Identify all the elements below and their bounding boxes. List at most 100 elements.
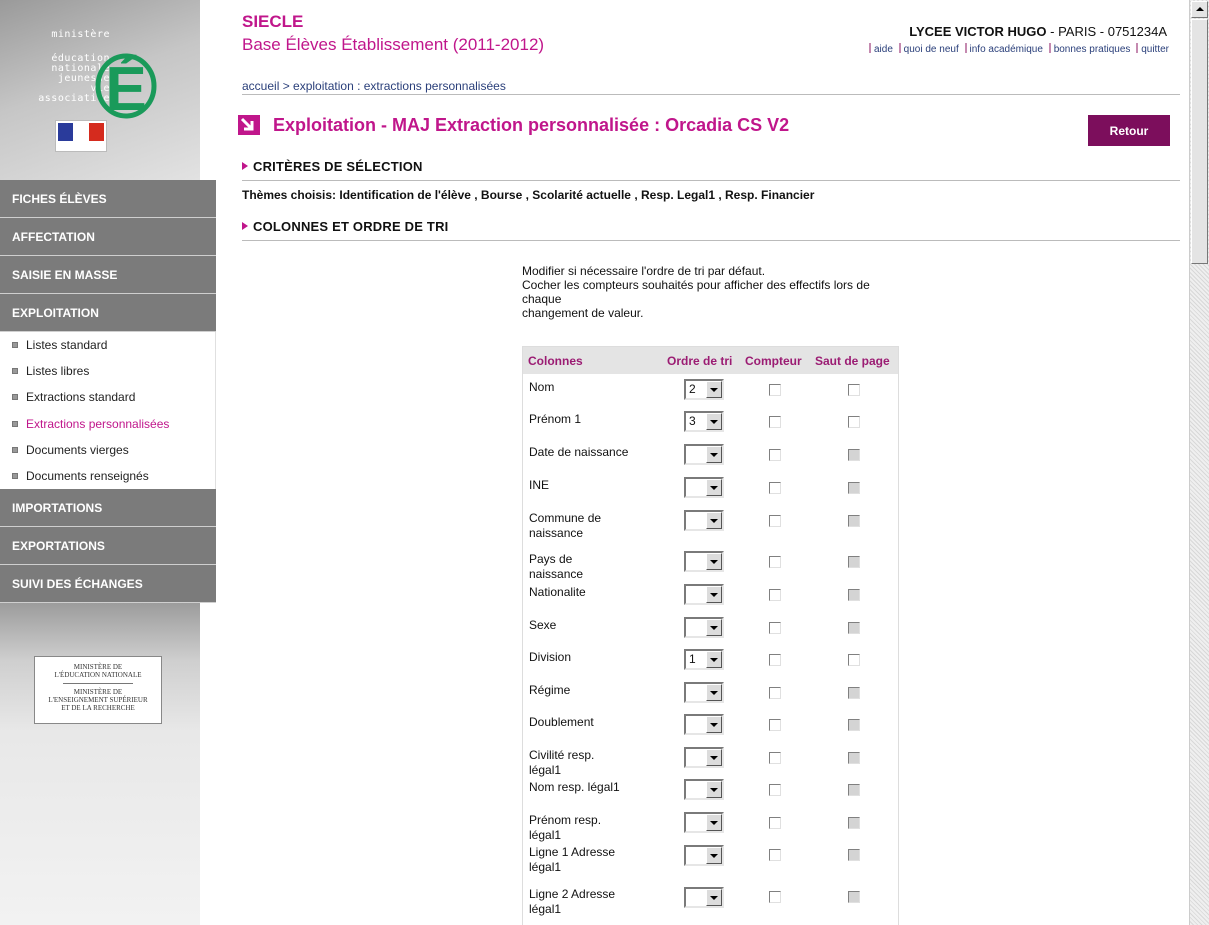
counter-checkbox[interactable] [769, 515, 781, 527]
submenu-label: Listes libres [26, 364, 90, 379]
menu-exploitation[interactable]: EXPLOITATION [0, 294, 216, 332]
pagebreak-checkbox [848, 449, 860, 461]
sort-order-select[interactable] [684, 714, 724, 735]
menu-affectation[interactable]: AFFECTATION [0, 218, 216, 256]
link-quoi-de-neuf[interactable]: quoi de neuf [904, 44, 959, 55]
ministry-line: L'ENSEIGNEMENT SUPÉRIEUR [48, 696, 148, 704]
sort-order-select[interactable] [684, 444, 724, 465]
pagebreak-checkbox[interactable] [848, 654, 860, 666]
dropdown-arrow-icon [706, 512, 722, 529]
sort-order-select[interactable] [684, 887, 724, 908]
submenu-listes-libres[interactable]: Listes libres [0, 358, 215, 384]
pagebreak-checkbox [848, 687, 860, 699]
counter-checkbox[interactable] [769, 622, 781, 634]
bullet-icon [12, 342, 18, 348]
sidebar-decoration [0, 603, 200, 925]
pagebreak-checkbox [848, 784, 860, 796]
sort-order-select[interactable] [684, 747, 724, 768]
counter-checkbox[interactable] [769, 891, 781, 903]
counter-checkbox[interactable] [769, 482, 781, 494]
submenu-label: Documents renseignés [26, 468, 149, 483]
link-quitter[interactable]: quitter [1141, 44, 1169, 55]
pagebreak-checkbox [848, 589, 860, 601]
counter-checkbox[interactable] [769, 654, 781, 666]
section-columns-title[interactable]: COLONNES ET ORDRE DE TRI [242, 219, 448, 234]
dropdown-arrow-icon [706, 684, 722, 701]
column-label: Régime [529, 683, 571, 697]
submenu-documents-renseignes[interactable]: Documents renseignés [0, 463, 215, 489]
submenu-documents-vierges[interactable]: Documents vierges [0, 437, 215, 463]
menu-saisie-en-masse[interactable]: SAISIE EN MASSE [0, 256, 216, 294]
sort-order-select[interactable] [684, 812, 724, 833]
exploitation-submenu: Listes standard Listes libres Extraction… [0, 332, 216, 489]
sort-order-select[interactable]: 1 [684, 649, 724, 670]
column-label: Division [529, 650, 572, 664]
sort-order-value: 3 [689, 414, 696, 428]
menu-importations[interactable]: IMPORTATIONS [0, 489, 216, 527]
menu-fiches-eleves[interactable]: FICHES ÉLÈVES [0, 180, 216, 218]
sort-order-select[interactable] [684, 779, 724, 800]
counter-checkbox[interactable] [769, 416, 781, 428]
sidebar-banner: ministère éducation nationale jeunesse v… [0, 0, 200, 180]
scroll-thumb[interactable] [1191, 19, 1208, 264]
counter-checkbox[interactable] [769, 719, 781, 731]
instructions: Modifier si nécessaire l'ordre de tri pa… [522, 264, 902, 320]
school-name: LYCEE VICTOR HUGO [909, 24, 1047, 39]
pagebreak-checkbox[interactable] [848, 416, 860, 428]
column-label: Ligne 1 Adresse légal1 [529, 845, 616, 874]
dropdown-arrow-icon [706, 716, 722, 733]
counter-checkbox[interactable] [769, 687, 781, 699]
header-ordre-de-tri: Ordre de tri [667, 354, 733, 368]
sort-order-select[interactable]: 3 [684, 411, 724, 432]
bullet-icon [12, 420, 18, 427]
dropdown-arrow-icon [706, 553, 722, 570]
republique-francaise-logo [55, 120, 107, 152]
breadcrumb[interactable]: accueil > exploitation : extractions per… [242, 79, 506, 93]
sort-order-select[interactable] [684, 682, 724, 703]
counter-checkbox[interactable] [769, 384, 781, 396]
sort-order-select[interactable] [684, 617, 724, 638]
sort-order-select[interactable] [684, 845, 724, 866]
menu-suivi-des-echanges[interactable]: SUIVI DES ÉCHANGES [0, 565, 216, 603]
counter-checkbox[interactable] [769, 784, 781, 796]
bullet-icon [12, 394, 18, 401]
counter-checkbox[interactable] [769, 449, 781, 461]
sort-order-select[interactable] [684, 510, 724, 531]
counter-checkbox[interactable] [769, 752, 781, 764]
submenu-extractions-personnalisees[interactable]: Extractions personnalisées [0, 411, 215, 437]
sort-order-select[interactable]: 2 [684, 379, 724, 400]
bullet-icon [12, 368, 18, 375]
submenu-extractions-standard[interactable]: Extractions standard [0, 384, 215, 410]
retour-button[interactable]: Retour [1088, 115, 1170, 146]
dropdown-arrow-icon [706, 619, 722, 636]
instruction-line: changement de valeur. [522, 306, 644, 320]
dropdown-arrow-icon [706, 749, 722, 766]
sort-order-select[interactable] [684, 551, 724, 572]
dropdown-arrow-icon [706, 479, 722, 496]
column-label: Prénom 1 [529, 412, 582, 426]
submenu-listes-standard[interactable]: Listes standard [0, 332, 215, 358]
counter-checkbox[interactable] [769, 589, 781, 601]
dropdown-arrow-icon [706, 847, 722, 864]
column-label: Prénom resp. légal1 [529, 813, 602, 842]
pagebreak-checkbox [848, 891, 860, 903]
counter-checkbox[interactable] [769, 556, 781, 568]
submenu-label: Extractions standard [26, 390, 136, 405]
vertical-scrollbar[interactable] [1189, 0, 1209, 925]
section-criteria-title[interactable]: CRITÈRES DE SÉLECTION [242, 159, 423, 174]
scroll-up-button[interactable] [1191, 1, 1208, 18]
school-info: LYCEE VICTOR HUGO - PARIS - 0751234A [909, 24, 1167, 39]
counter-checkbox[interactable] [769, 817, 781, 829]
pagebreak-checkbox [848, 719, 860, 731]
link-aide[interactable]: aide [874, 44, 893, 55]
pagebreak-checkbox[interactable] [848, 384, 860, 396]
link-bonnes-pratiques[interactable]: bonnes pratiques [1054, 44, 1131, 55]
counter-checkbox[interactable] [769, 849, 781, 861]
link-info-academique[interactable]: info académique [970, 44, 1043, 55]
top-links: aide quoi de neuf info académique bonnes… [866, 43, 1169, 55]
menu-exportations[interactable]: EXPORTATIONS [0, 527, 216, 565]
column-label: Date de naissance [529, 445, 629, 459]
sort-order-select[interactable] [684, 477, 724, 498]
header-compteur: Compteur [745, 354, 802, 368]
sort-order-select[interactable] [684, 584, 724, 605]
